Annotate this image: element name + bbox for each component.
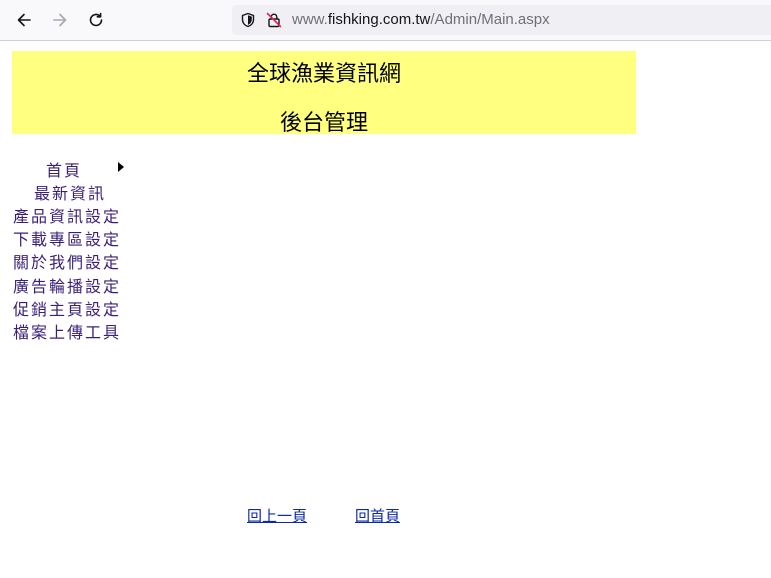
back-arrow-icon [17, 13, 31, 27]
forward-arrow-icon [53, 13, 67, 27]
address-bar[interactable]: www.fishking.com.tw/Admin/Main.aspx [232, 5, 771, 35]
page-subtitle: 後台管理 [279, 111, 368, 136]
menu-item-latest-news[interactable]: 最新資訊 [34, 180, 154, 203]
url-prefix: www. [292, 11, 328, 28]
reload-button[interactable] [84, 8, 108, 32]
menu-item-file-upload-tool[interactable]: 檔案上傳工具 [13, 319, 133, 342]
menu-item-download-settings[interactable]: 下載專區設定 [13, 226, 133, 249]
menu-item-banner-carousel-settings[interactable]: 廣告輪播設定 [13, 273, 133, 296]
site-title: 全球漁業資訊網 [246, 62, 401, 87]
url-path: /Admin/Main.aspx [430, 11, 550, 28]
back-page-link[interactable]: 回上一頁 [247, 505, 307, 526]
menu-item-home[interactable]: 首頁 [46, 157, 166, 180]
menu-item-product-settings[interactable]: 產品資訊設定 [13, 203, 133, 226]
url-host: fishking.com.tw [327, 11, 431, 28]
browser-toolbar: www.fishking.com.tw/Admin/Main.aspx [0, 0, 771, 41]
insecure-lock-icon[interactable] [266, 12, 282, 28]
url-text[interactable]: www.fishking.com.tw/Admin/Main.aspx [292, 11, 550, 29]
back-button[interactable] [12, 8, 36, 32]
submenu-arrow-icon [118, 162, 124, 172]
menu-item-about-settings[interactable]: 關於我們設定 [13, 249, 133, 272]
home-page-link[interactable]: 回首頁 [355, 505, 400, 526]
tracking-shield-icon[interactable] [240, 12, 256, 28]
forward-button[interactable] [48, 8, 72, 32]
reload-icon [89, 12, 103, 27]
menu-item-promo-page-settings[interactable]: 促銷主頁設定 [13, 296, 133, 319]
